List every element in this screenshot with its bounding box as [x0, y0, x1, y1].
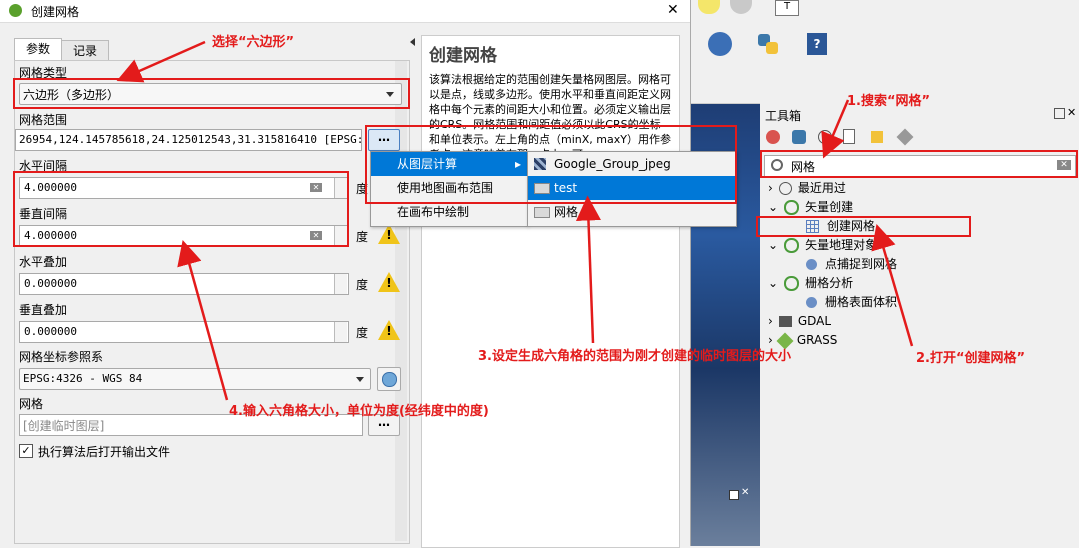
arrow-open-tool [871, 223, 914, 347]
annotation-select-hex: 选择“六边形” [212, 35, 295, 50]
arrow-select-hex [116, 40, 206, 83]
arrow-search [821, 99, 850, 159]
annotation-extent: 3.设定生成六角格的范围为刚才创建的临时图层的大小 [478, 349, 791, 364]
arrow-extent [575, 195, 601, 344]
arrow-spacing [177, 239, 229, 401]
annotation-search: 1.搜索“网格” [847, 94, 931, 109]
annotation-spacing: 4.输入六角格大小，单位为度(经纬度中的度) [229, 404, 489, 419]
annotation-open-tool: 2.打开“创建网格” [916, 351, 1026, 366]
annotation-arrows [116, 40, 914, 401]
